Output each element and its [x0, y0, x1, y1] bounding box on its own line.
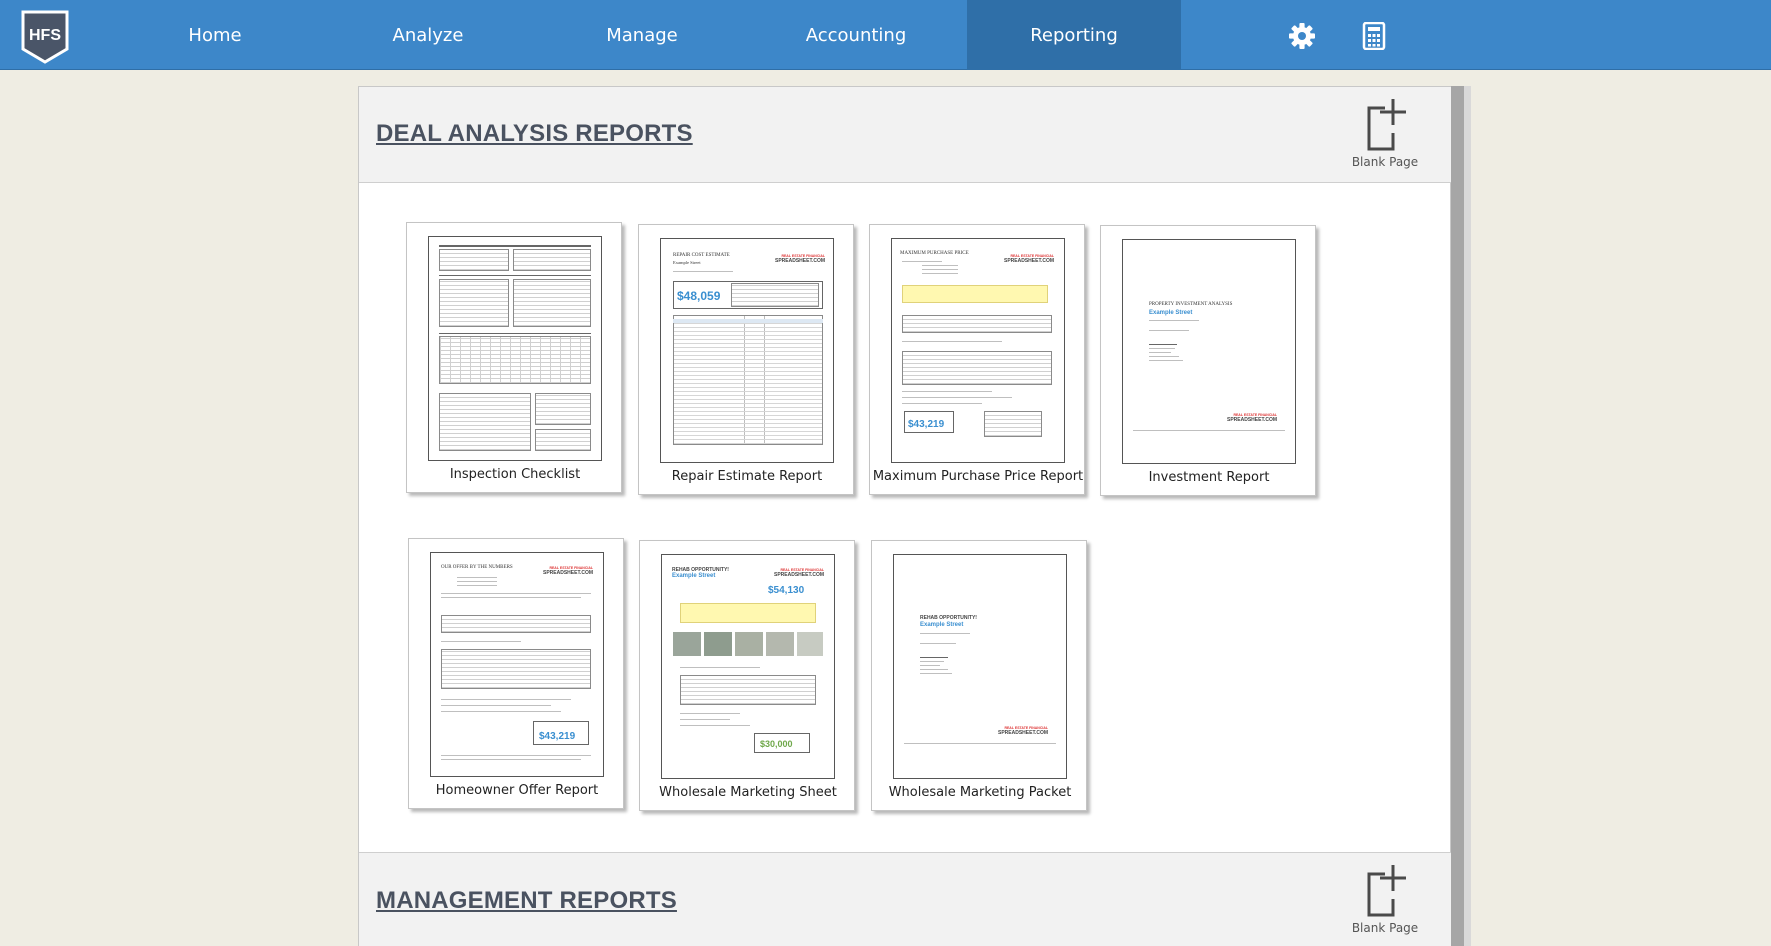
scrollbar-thumb[interactable]	[1451, 86, 1464, 946]
report-label: Wholesale Marketing Packet	[888, 785, 1072, 800]
brand-logo: REAL ESTATE FINANCIAL SPREADSHEET.COM	[542, 566, 593, 576]
brand-logo: REAL ESTATE FINANCIAL SPREADSHEET.COM	[773, 568, 824, 578]
report-card-wholesale-marketing-packet[interactable]: REHAB OPPORTUNITY! Example Street REAL E…	[871, 540, 1087, 811]
blank-page-button-management[interactable]: Blank Page	[1349, 861, 1421, 946]
thumb-subtitle: Example Street	[673, 260, 701, 265]
report-label: Inspection Checklist	[449, 467, 581, 482]
nav-reporting[interactable]: Reporting	[967, 0, 1181, 70]
thumb-subtitle: Example Street	[920, 622, 964, 628]
thumb-subtitle: Example Street	[1149, 310, 1193, 316]
nav-analyze-label: Analyze	[392, 24, 464, 46]
management-reports-title: MANAGEMENT REPORTS	[376, 887, 677, 914]
report-card-inspection-checklist[interactable]: Inspection Checklist	[406, 222, 622, 493]
thumb-value: $54,130	[768, 585, 805, 596]
nav-home-label: Home	[188, 24, 242, 46]
report-label: Wholesale Marketing Sheet	[659, 785, 837, 800]
nav-accounting-label: Accounting	[805, 24, 907, 46]
deal-analysis-header: DEAL ANALYSIS REPORTS Blank Page	[359, 87, 1452, 183]
report-label: Homeowner Offer Report	[435, 783, 599, 798]
thumb-title: MAXIMUM PURCHASE PRICE	[900, 251, 969, 256]
blank-page-label: Blank Page	[1351, 921, 1419, 935]
maximum-purchase-price-thumbnail: MAXIMUM PURCHASE PRICE REAL ESTATE FINAN…	[891, 238, 1065, 463]
thumb-title: OUR OFFER BY THE NUMBERS	[441, 565, 513, 570]
thumb-value: $43,219	[908, 419, 945, 430]
gear-icon[interactable]	[1288, 22, 1316, 50]
report-label: Investment Report	[1148, 470, 1270, 485]
thumb-value: $43,219	[539, 731, 576, 742]
blank-page-label: Blank Page	[1351, 155, 1419, 169]
nav-manage[interactable]: Manage	[535, 0, 749, 70]
report-card-repair-estimate[interactable]: REPAIR COST ESTIMATE Example Street REAL…	[638, 224, 854, 495]
report-card-wholesale-marketing-sheet[interactable]: REHAB OPPORTUNITY! Example Street REAL E…	[639, 540, 855, 811]
thumb-value: $48,059	[677, 289, 721, 303]
report-card-investment[interactable]: PROPERTY INVESTMENT ANALYSIS Example Str…	[1100, 225, 1316, 496]
brand-logo: REAL ESTATE FINANCIAL SPREADSHEET.COM	[1226, 413, 1277, 423]
repair-estimate-thumbnail: REPAIR COST ESTIMATE Example Street REAL…	[660, 238, 834, 463]
homeowner-offer-thumbnail: OUR OFFER BY THE NUMBERS REAL ESTATE FIN…	[430, 552, 604, 777]
new-page-icon	[1367, 865, 1406, 917]
wholesale-marketing-packet-thumbnail: REHAB OPPORTUNITY! Example Street REAL E…	[893, 554, 1067, 779]
brand-logo: REAL ESTATE FINANCIAL SPREADSHEET.COM	[997, 726, 1048, 736]
report-card-maximum-purchase-price[interactable]: MAXIMUM PURCHASE PRICE REAL ESTATE FINAN…	[869, 224, 1085, 495]
report-card-homeowner-offer[interactable]: OUR OFFER BY THE NUMBERS REAL ESTATE FIN…	[408, 538, 624, 809]
brand-logo: REAL ESTATE FINANCIAL SPREADSHEET.COM	[1003, 254, 1054, 264]
logo-text: HFS	[29, 27, 61, 44]
deal-analysis-title: DEAL ANALYSIS REPORTS	[376, 120, 693, 147]
report-label: Repair Estimate Report	[671, 469, 823, 484]
inspection-checklist-thumbnail	[428, 236, 602, 461]
thumb-title: PROPERTY INVESTMENT ANALYSIS	[1149, 302, 1233, 307]
thumb-title: REPAIR COST ESTIMATE	[673, 253, 730, 258]
thumb-subtitle: Example Street	[672, 573, 716, 579]
hfs-logo[interactable]: HFS	[20, 9, 70, 65]
investment-report-thumbnail: PROPERTY INVESTMENT ANALYSIS Example Str…	[1122, 239, 1296, 464]
top-nav-bar: HFS Home Analyze Manage Accounting Repor…	[0, 0, 1771, 70]
report-label: Maximum Purchase Price Report	[872, 469, 1084, 484]
nav-reporting-label: Reporting	[1030, 24, 1118, 46]
brand-logo: REAL ESTATE FINANCIAL SPREADSHEET.COM	[774, 254, 825, 264]
nav-accounting[interactable]: Accounting	[749, 0, 963, 70]
blank-page-button[interactable]: Blank Page	[1349, 95, 1421, 185]
thumb-value-2: $30,000	[760, 739, 793, 749]
calculator-icon[interactable]	[1362, 21, 1390, 51]
management-reports-header: MANAGEMENT REPORTS Blank Page	[359, 852, 1452, 946]
reports-panel: DEAL ANALYSIS REPORTS Blank Page Inspect…	[358, 86, 1452, 946]
nav-manage-label: Manage	[606, 24, 678, 46]
thumb-title: REHAB OPPORTUNITY!	[920, 615, 977, 621]
nav-analyze[interactable]: Analyze	[321, 0, 535, 70]
wholesale-marketing-sheet-thumbnail: REHAB OPPORTUNITY! Example Street REAL E…	[661, 554, 835, 779]
new-page-icon	[1367, 99, 1406, 151]
nav-home[interactable]: Home	[108, 0, 322, 70]
